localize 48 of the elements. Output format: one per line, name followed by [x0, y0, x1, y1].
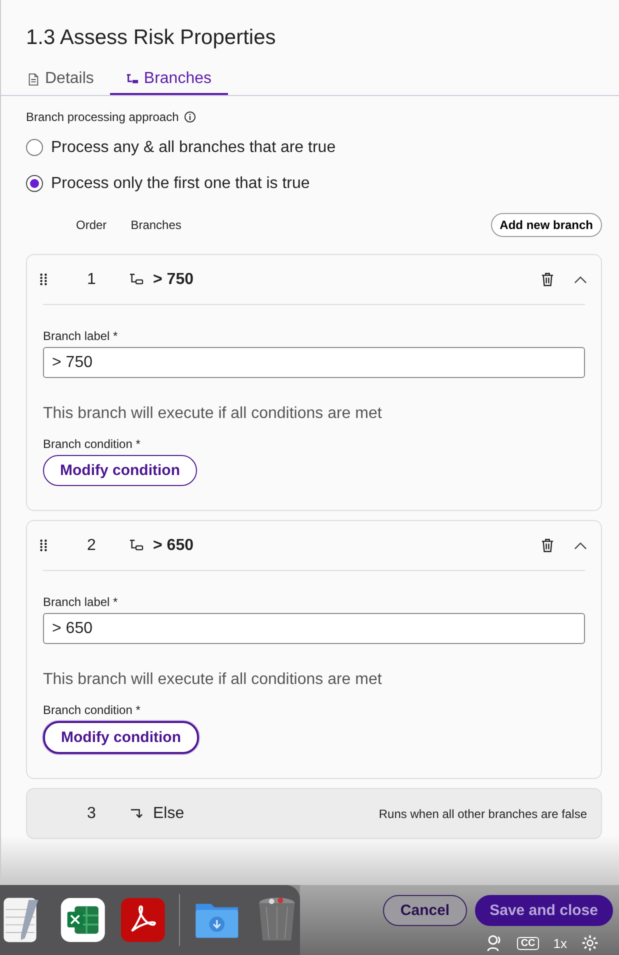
- section-label: Branch processing approach: [26, 110, 179, 124]
- radio-button[interactable]: [26, 175, 43, 192]
- footer-button[interactable]: Save and close: [474, 895, 613, 926]
- caret-icon[interactable]: [574, 542, 587, 550]
- drag-handle-icon[interactable]: [40, 539, 47, 552]
- add-branch-button[interactable]: Add new branch: [490, 213, 602, 237]
- radio-label[interactable]: Process any & all branches that are true: [51, 138, 336, 156]
- column-header: Branches: [130, 218, 182, 232]
- condition-note: This branch will execute if all conditions are met: [43, 405, 382, 423]
- condition-note: This branch will execute if all conditions are met: [43, 671, 382, 689]
- branch-label-field[interactable]: > 650: [43, 613, 585, 644]
- footer-button[interactable]: Cancel: [383, 895, 467, 926]
- field-label: Branch condition *: [43, 703, 140, 717]
- branch-order: 1: [87, 270, 97, 288]
- modify-condition-button[interactable]: Modify condition: [43, 455, 197, 486]
- branch-title: > 650: [153, 536, 194, 554]
- pdf-reader-icon[interactable]: [120, 896, 166, 944]
- field-label: Branch label *: [43, 595, 118, 609]
- settings-icon[interactable]: [581, 934, 599, 952]
- drag-handle-icon[interactable]: [40, 273, 47, 286]
- branch-label-field[interactable]: > 750: [43, 347, 585, 378]
- else-arrow-icon: [129, 807, 144, 820]
- branch-description: Runs when all other branches are false: [378, 806, 587, 820]
- radio-label[interactable]: Process only the first one that is true: [51, 174, 310, 192]
- radio-button[interactable]: [26, 139, 43, 156]
- branch-icon: [129, 273, 144, 286]
- delete-icon[interactable]: [541, 272, 554, 287]
- audio-description-icon[interactable]: [484, 934, 503, 952]
- field-label: Branch label *: [43, 329, 118, 343]
- branch-icon: [129, 539, 144, 552]
- document-icon: [27, 72, 40, 86]
- branch-icon: [126, 72, 139, 86]
- caret-icon[interactable]: [574, 276, 587, 284]
- playback-speed-button[interactable]: 1x: [553, 936, 567, 950]
- column-header: Order: [76, 218, 107, 232]
- modify-condition-button[interactable]: Modify condition: [43, 721, 199, 754]
- spreadsheet-icon[interactable]: [60, 896, 106, 944]
- branch-order: 2: [87, 536, 97, 554]
- tab[interactable]: Details: [19, 66, 102, 95]
- delete-icon[interactable]: [541, 538, 554, 553]
- branch-order: 3: [87, 804, 97, 822]
- dialog-title: 1.3 Assess Risk Properties: [25, 25, 277, 51]
- captions-button[interactable]: CC: [516, 936, 540, 950]
- tab[interactable]: Branches: [110, 66, 228, 95]
- branch-title: > 750: [153, 270, 194, 288]
- branch-title: Else: [153, 804, 184, 822]
- info-icon[interactable]: [184, 111, 196, 123]
- field-label: Branch condition *: [43, 437, 140, 451]
